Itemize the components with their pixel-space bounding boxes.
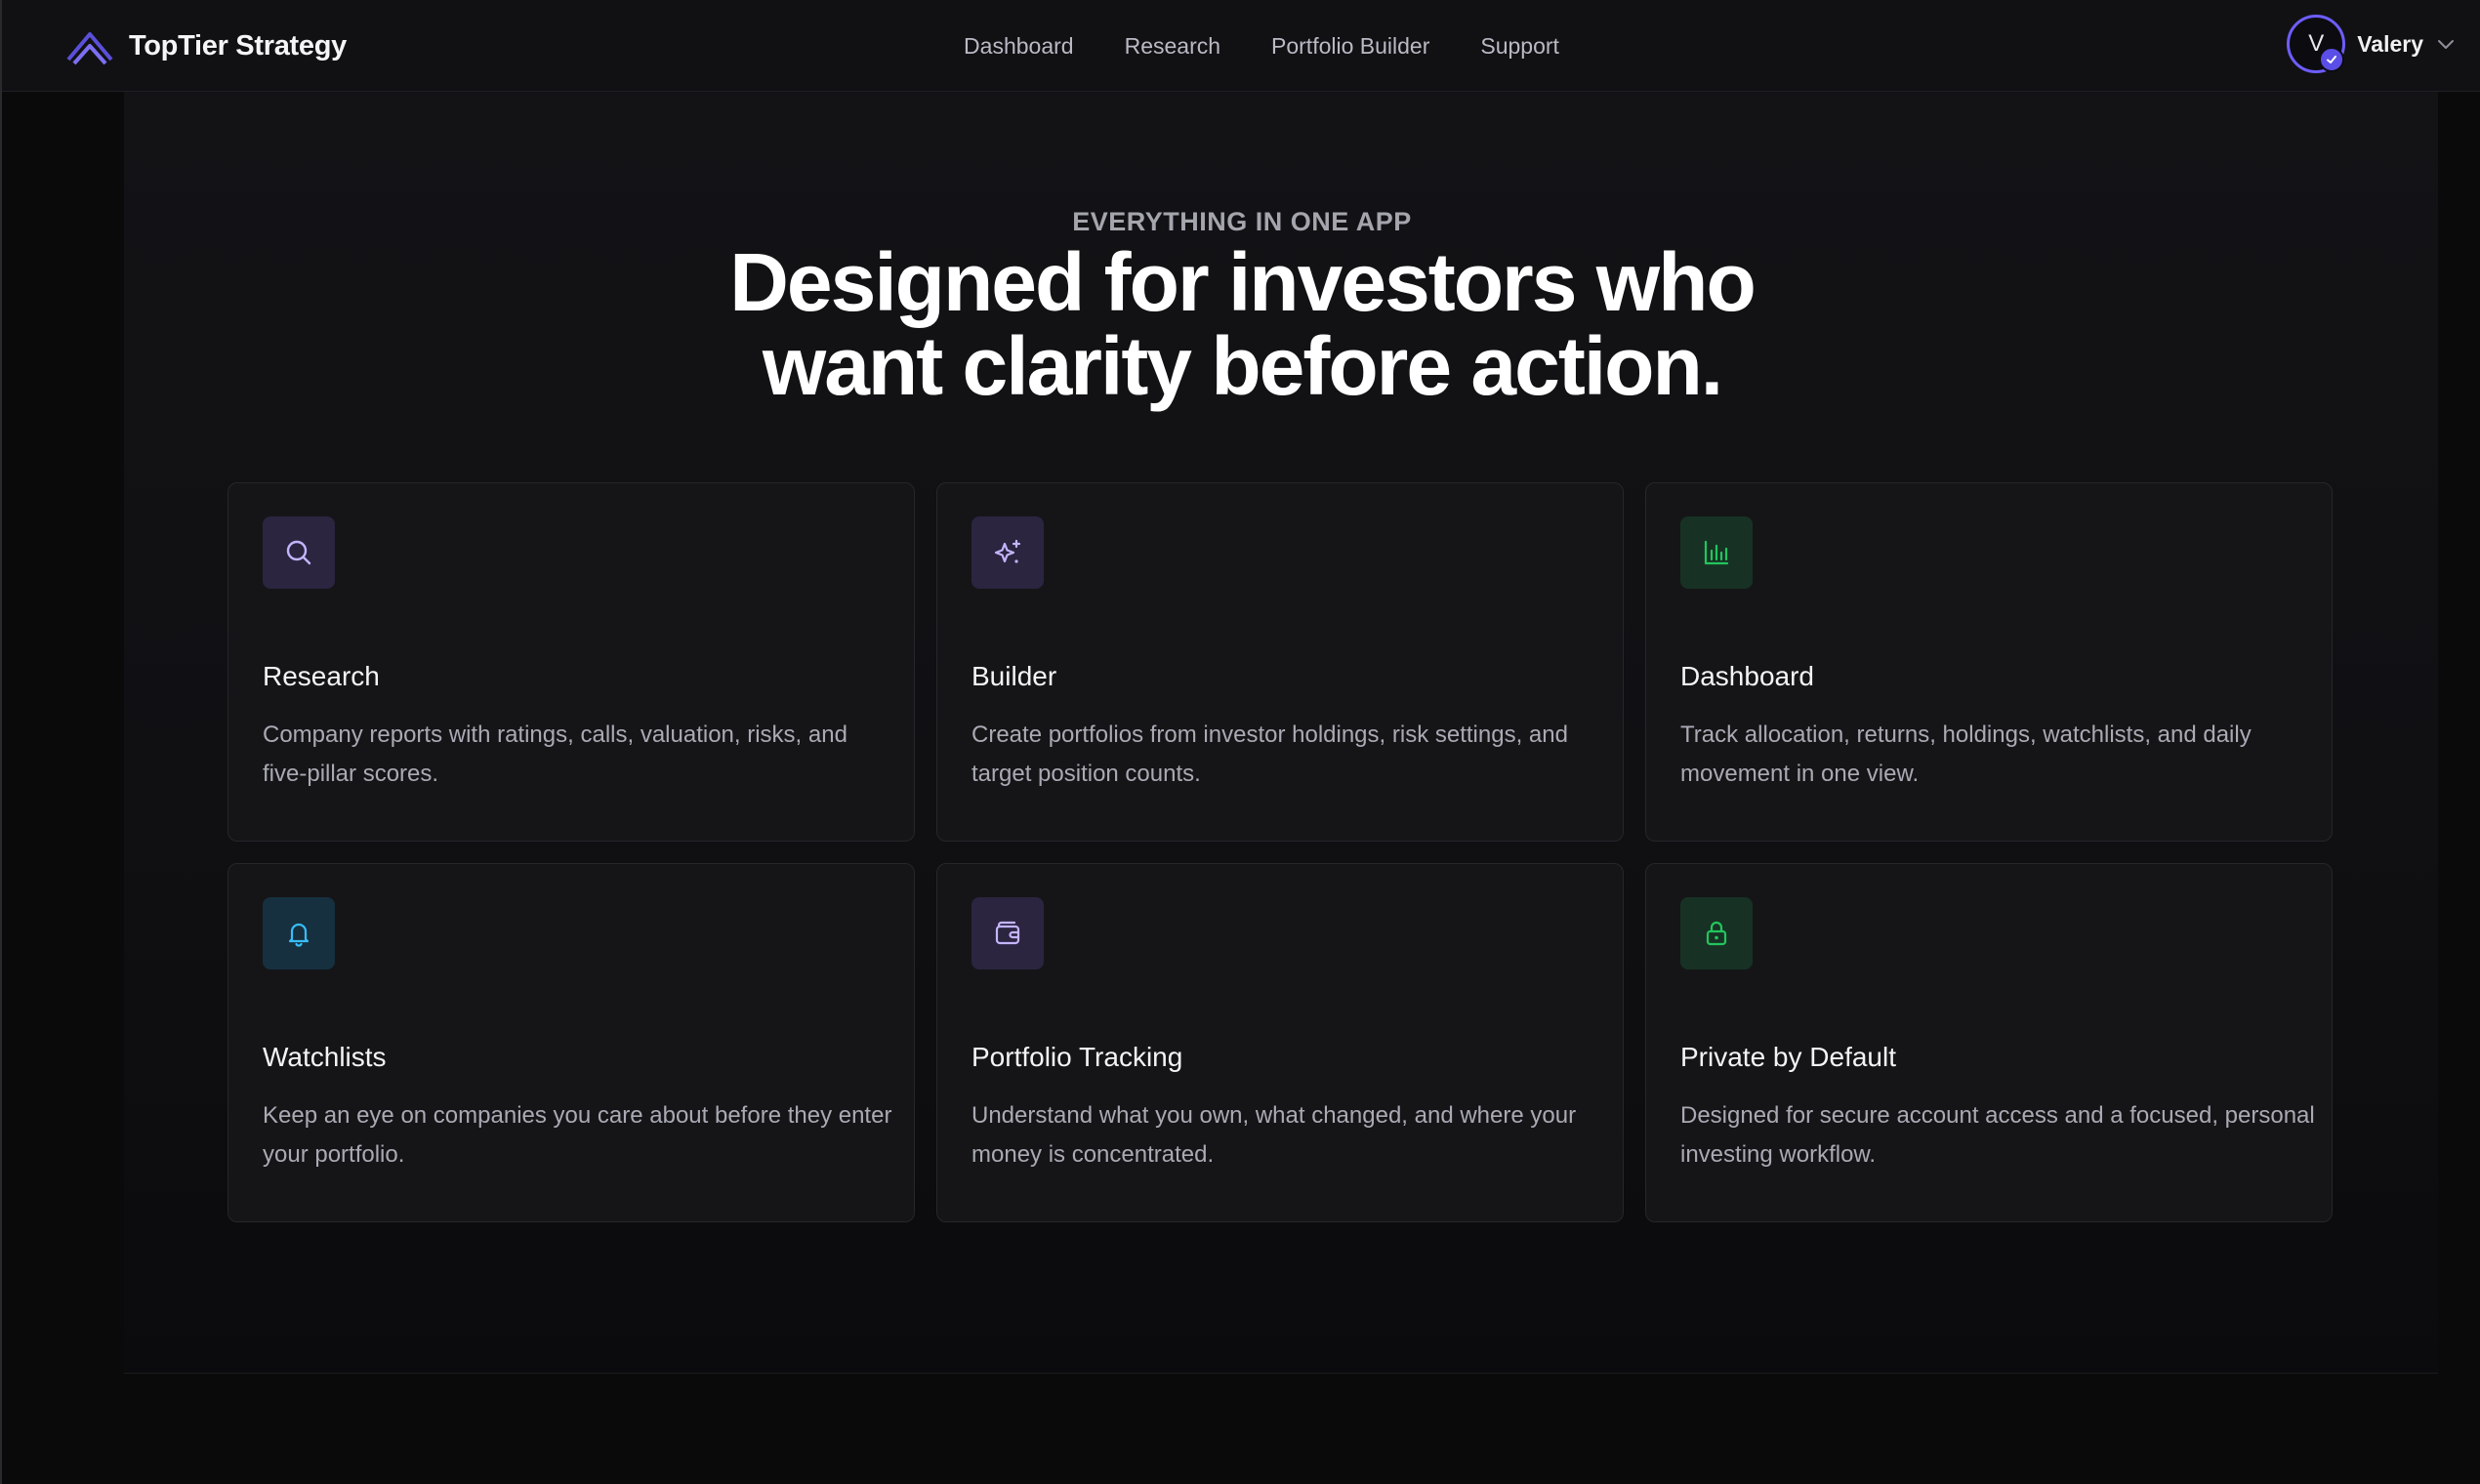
- headline-line-1: Designed for investors who: [729, 236, 1757, 328]
- feature-title: Builder: [971, 661, 1057, 691]
- feature-title: Research: [263, 661, 380, 691]
- section-divider: [124, 1373, 2438, 1374]
- user-name: Valery: [2357, 30, 2423, 57]
- nav-link-support[interactable]: Support: [1480, 27, 1559, 64]
- section-eyebrow: EVERYTHING IN ONE APP: [1072, 207, 1412, 236]
- nav-link-portfolio-builder[interactable]: Portfolio Builder: [1271, 27, 1429, 64]
- feature-card-builder: Builder Create portfolios from investor …: [936, 482, 1624, 842]
- feature-title: Portfolio Tracking: [971, 1042, 1183, 1072]
- feature-card-watchlists: Watchlists Keep an eye on companies you …: [227, 863, 915, 1222]
- bell-icon: [263, 897, 335, 969]
- app-frame: TopTier Strategy Dashboard Research Port…: [0, 0, 2480, 1484]
- feature-card-research: Research Company reports with ratings, c…: [227, 482, 915, 842]
- nav-link-research[interactable]: Research: [1125, 27, 1220, 64]
- lock-icon: [1680, 897, 1753, 969]
- page-title: Designed for investors who want clarity …: [2, 240, 2480, 408]
- wallet-icon: [971, 897, 1044, 969]
- user-menu-button[interactable]: V Valery: [2287, 14, 2457, 74]
- search-icon: [263, 516, 335, 589]
- sparkles-icon: [971, 516, 1044, 589]
- feature-description: Create portfolios from investor holdings…: [971, 721, 1568, 787]
- avatar: V: [2287, 15, 2346, 73]
- feature-card-dashboard: Dashboard Track allocation, returns, hol…: [1645, 482, 2333, 842]
- chevron-down-icon: [2438, 40, 2454, 49]
- feature-description: Understand what you own, what changed, a…: [971, 1102, 1577, 1168]
- feature-description: Designed for secure account access and a…: [1680, 1102, 2315, 1168]
- feature-title: Watchlists: [263, 1042, 387, 1072]
- check-badge-icon: [2319, 47, 2345, 72]
- nav-link-dashboard[interactable]: Dashboard: [964, 27, 1074, 64]
- feature-description: Track allocation, returns, holdings, wat…: [1680, 721, 2252, 787]
- headline-line-2: want clarity before action.: [762, 320, 1723, 412]
- feature-card-portfolio-tracking: Portfolio Tracking Understand what you o…: [936, 863, 1624, 1222]
- feature-card-private-by-default: Private by Default Designed for secure a…: [1645, 863, 2333, 1222]
- top-navigation: TopTier Strategy Dashboard Research Port…: [2, 0, 2480, 92]
- feature-description: Keep an eye on companies you care about …: [263, 1102, 892, 1168]
- feature-title: Dashboard: [1680, 661, 1814, 691]
- feature-description: Company reports with ratings, calls, val…: [263, 721, 847, 787]
- bar-chart-icon: [1680, 516, 1753, 589]
- feature-title: Private by Default: [1680, 1042, 1896, 1072]
- primary-nav: Dashboard Research Portfolio Builder Sup…: [2, 27, 2480, 64]
